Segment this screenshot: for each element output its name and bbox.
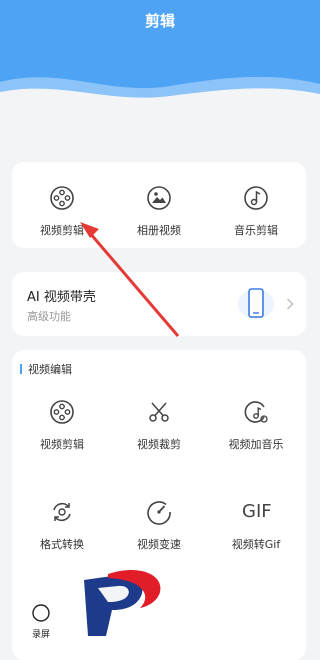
tool-label: 音乐剪辑 — [234, 224, 278, 237]
record-icon — [32, 604, 50, 622]
tool-music-edit[interactable]: 音乐剪辑 — [211, 184, 301, 238]
tool-label: 视频转Gif — [231, 538, 281, 551]
film-reel-icon — [50, 186, 74, 210]
music-note-icon — [244, 186, 268, 210]
tool-video-to-gif[interactable]: GIF 视频转Gif — [211, 498, 301, 552]
header: 剪辑 — [0, 0, 320, 150]
tool-video-edit-2[interactable]: 视频剪辑 — [17, 398, 107, 452]
tool-video-crop[interactable]: 视频裁剪 — [114, 398, 204, 452]
chevron-right-icon — [287, 298, 294, 310]
tool-video-add-music[interactable]: 视频加音乐 — [211, 398, 301, 452]
ai-banner-subtitle: 高级功能 — [27, 310, 71, 323]
section-accent-bar — [20, 364, 22, 374]
tool-video-speed[interactable]: 视频变速 — [114, 498, 204, 552]
tool-video-edit[interactable]: 视频剪辑 — [17, 184, 107, 238]
watermark-logo — [84, 570, 161, 636]
photo-album-icon — [147, 186, 171, 210]
tool-photo-video[interactable]: 相册视频 — [114, 184, 204, 238]
record-screen-button[interactable]: 录屏 — [30, 603, 52, 640]
section-title: 视频编辑 — [28, 363, 72, 376]
tool-label: 视频加音乐 — [228, 438, 284, 451]
tool-label: 格式转换 — [40, 538, 84, 551]
ai-banner-title: AI 视频带壳 — [27, 290, 96, 305]
quick-tools-card: 视频剪辑 相册视频 音乐剪辑 — [12, 162, 306, 248]
scissors-icon — [149, 402, 169, 422]
page-title: 剪辑 — [144, 12, 175, 30]
gif-icon: GIF — [242, 501, 272, 522]
record-label: 录屏 — [31, 630, 50, 640]
tool-label: 视频剪辑 — [40, 224, 84, 237]
convert-icon — [53, 502, 71, 522]
ai-banner-card[interactable]: AI 视频带壳 高级功能 — [12, 272, 306, 336]
tool-format-convert[interactable]: 格式转换 — [17, 498, 107, 552]
film-reel-icon — [50, 400, 74, 424]
tool-label: 相册视频 — [137, 224, 181, 237]
music-clip-icon — [244, 401, 268, 423]
speed-icon — [147, 501, 171, 525]
tool-label: 视频裁剪 — [137, 438, 181, 451]
tool-label: 视频剪辑 — [40, 438, 84, 451]
tool-label: 视频变速 — [137, 538, 181, 551]
